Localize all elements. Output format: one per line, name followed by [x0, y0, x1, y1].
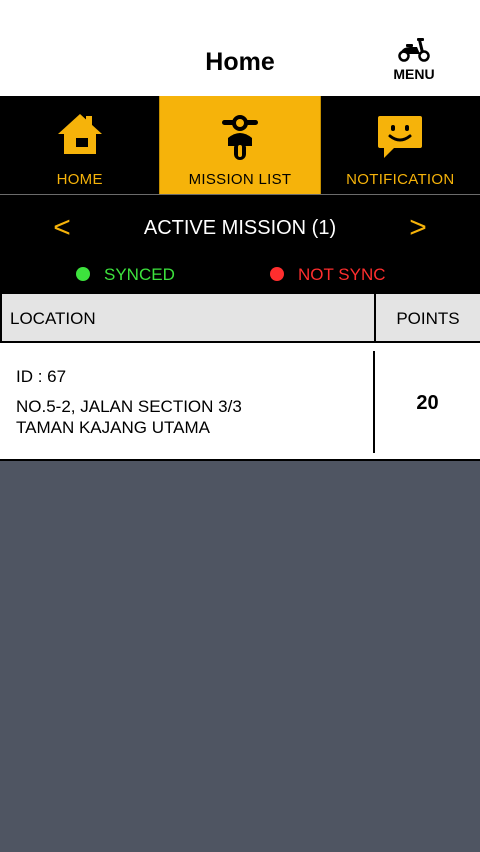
tab-home[interactable]: HOME: [0, 96, 159, 194]
menu-label: MENU: [393, 66, 435, 82]
table-header: LOCATION POINTS: [0, 292, 480, 343]
chat-smile-icon: [378, 116, 423, 158]
mission-id: ID : 67: [16, 367, 67, 386]
tab-bar: HOME MISSION LIST NOTIFICATION: [0, 96, 480, 194]
tab-notification[interactable]: NOTIFICATION: [321, 96, 480, 194]
not-sync-dot-icon: [270, 267, 284, 281]
tab-home-label: HOME: [56, 171, 103, 188]
column-header-location: LOCATION: [10, 309, 96, 328]
app-header: Home MENU: [0, 0, 480, 96]
tab-mission-list[interactable]: MISSION LIST: [159, 96, 321, 194]
column-header-points: POINTS: [396, 309, 460, 328]
synced-dot-icon: [76, 267, 90, 281]
next-mission-button[interactable]: >: [398, 211, 438, 245]
house-icon: [57, 114, 102, 154]
address-line-2: TAMAN KAJANG UTAMA: [16, 418, 210, 437]
scooter-icon: [398, 38, 430, 62]
scooter-rider-icon: [221, 115, 258, 160]
legend-not-sync: NOT SYNC: [270, 265, 386, 285]
mission-points: 20: [416, 392, 439, 414]
empty-list-area: [0, 461, 480, 852]
table-row[interactable]: ID : 67 NO.5-2, JALAN SECTION 3/3 TAMAN …: [0, 343, 480, 461]
tab-mission-list-label: MISSION LIST: [188, 171, 292, 188]
legend-not-sync-label: NOT SYNC: [298, 265, 386, 284]
legend-synced: SYNCED: [76, 265, 175, 285]
menu-button[interactable]: MENU: [386, 36, 442, 90]
address-line-1: NO.5-2, JALAN SECTION 3/3: [16, 397, 242, 416]
legend-synced-label: SYNCED: [104, 265, 175, 284]
tab-notification-label: NOTIFICATION: [346, 171, 455, 188]
mission-nav-bar: < ACTIVE MISSION (1) > SYNCED NOT SYNC: [0, 195, 480, 292]
